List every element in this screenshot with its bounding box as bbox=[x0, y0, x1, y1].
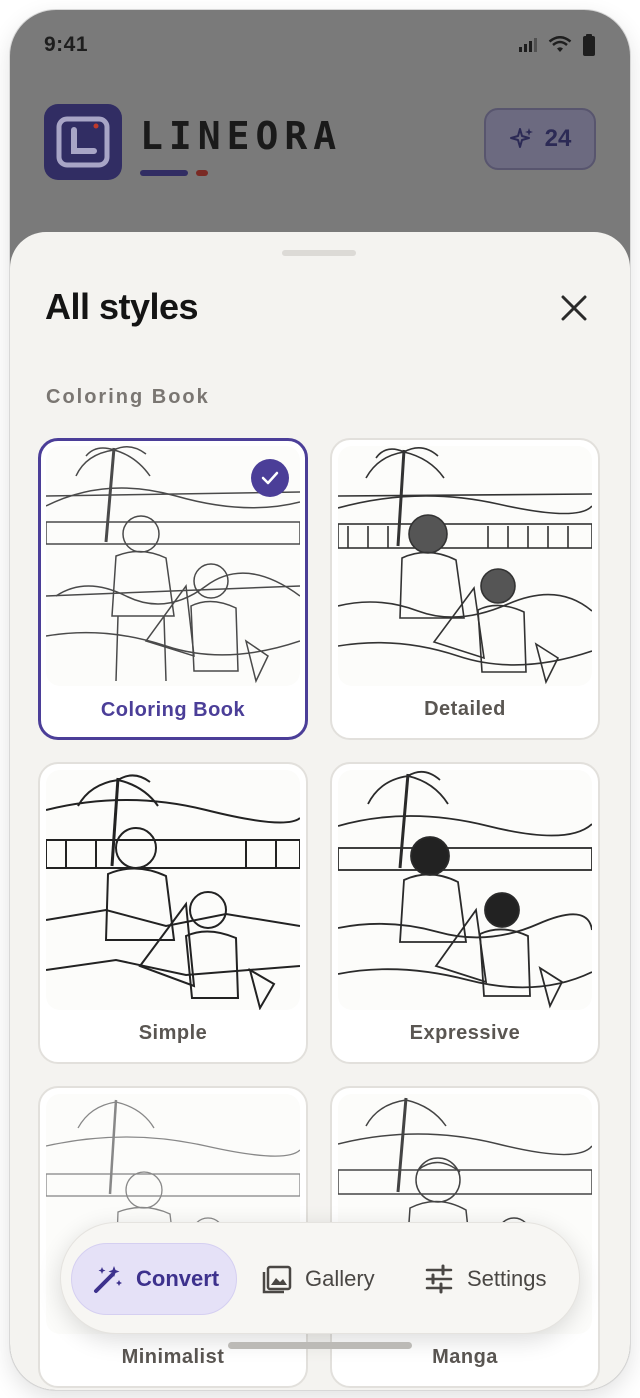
home-indicator bbox=[228, 1342, 412, 1349]
status-time: 9:41 bbox=[44, 33, 89, 56]
check-icon bbox=[261, 471, 279, 485]
sheet-title: All styles bbox=[45, 286, 199, 327]
image-icon bbox=[262, 1265, 292, 1294]
style-thumbnail bbox=[338, 770, 592, 1010]
style-label: Simple bbox=[138, 1022, 208, 1044]
style-card-simple[interactable]: Simple bbox=[38, 762, 308, 1064]
status-bar: 9:41 bbox=[10, 10, 630, 80]
close-icon bbox=[561, 295, 587, 321]
battery-icon bbox=[583, 34, 595, 56]
style-card-expressive[interactable]: Expressive bbox=[330, 762, 600, 1064]
app-header: LINEORA 24 bbox=[10, 94, 630, 204]
nav-settings-label: Settings bbox=[467, 1266, 547, 1291]
app-logo bbox=[44, 104, 122, 180]
sliders-icon bbox=[425, 1264, 453, 1294]
nav-convert[interactable]: Convert bbox=[71, 1243, 237, 1315]
brand-underline-dot bbox=[196, 170, 208, 176]
nav-settings[interactable]: Settings bbox=[423, 1243, 547, 1315]
close-button[interactable] bbox=[554, 288, 594, 328]
style-thumbnail bbox=[338, 446, 592, 686]
nav-gallery-label: Gallery bbox=[305, 1266, 375, 1291]
brand-underline bbox=[140, 170, 188, 176]
style-card-coloring-book[interactable]: Coloring Book bbox=[38, 438, 308, 740]
style-label: Minimalist bbox=[121, 1346, 225, 1368]
style-label: Coloring Book bbox=[100, 699, 246, 721]
bottom-nav: Convert Gallery Settings bbox=[60, 1222, 580, 1334]
credits-button[interactable]: 24 bbox=[484, 108, 596, 170]
style-thumbnail bbox=[46, 770, 300, 1010]
sparkle-icon bbox=[509, 128, 533, 148]
brand-name: LINEORA bbox=[140, 114, 343, 158]
credits-count: 24 bbox=[544, 125, 572, 152]
nav-gallery[interactable]: Gallery bbox=[261, 1243, 375, 1315]
nav-convert-label: Convert bbox=[136, 1266, 220, 1291]
wifi-icon bbox=[548, 36, 572, 52]
style-label: Manga bbox=[432, 1346, 498, 1368]
drag-handle[interactable] bbox=[282, 250, 356, 256]
style-card-detailed[interactable]: Detailed bbox=[330, 438, 600, 740]
styles-sheet: All styles Coloring Book Coloring Book D… bbox=[10, 232, 630, 1390]
magic-wand-icon bbox=[94, 1266, 122, 1293]
section-label: Coloring Book bbox=[46, 386, 210, 408]
status-icons bbox=[518, 34, 596, 56]
phone-frame: 9:41 LINEORA 24 All styles Coloring Book… bbox=[10, 10, 630, 1390]
style-label: Expressive bbox=[409, 1022, 521, 1044]
style-label: Detailed bbox=[424, 698, 506, 720]
signal-icon bbox=[519, 38, 537, 52]
selected-badge bbox=[251, 459, 289, 497]
